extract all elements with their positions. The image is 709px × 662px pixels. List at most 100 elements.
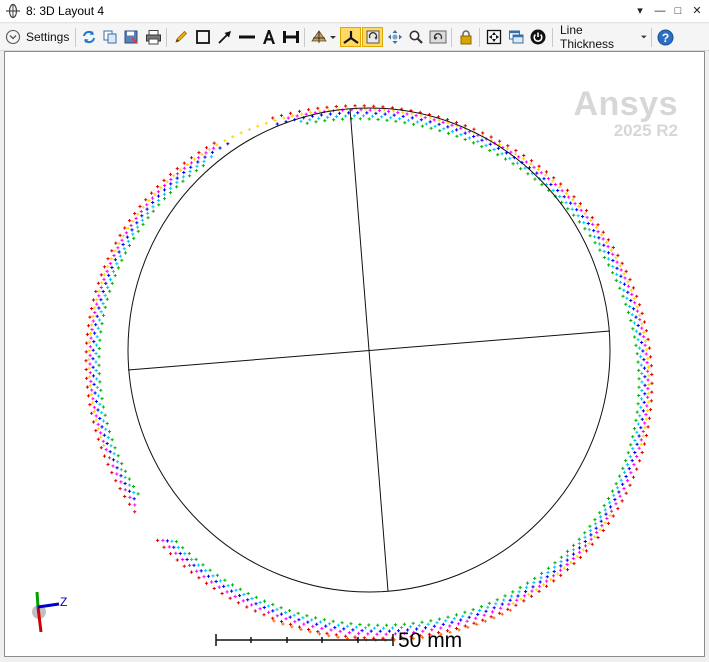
ray-point [194,169,198,173]
ray-point [175,185,179,189]
ray-point [334,114,339,119]
close-button[interactable]: ✕ [688,2,706,20]
ray-point [533,177,537,181]
ray-point [127,489,132,493]
ray-point [296,611,300,615]
ray-point [188,174,192,178]
arrow-tool-button[interactable] [215,27,235,47]
ray-point [253,609,257,613]
ray-point [634,343,638,347]
ray-point [626,280,630,284]
ray-point [300,112,304,116]
ray-point [344,104,348,108]
ray-point [594,526,598,530]
ray-point [532,165,536,169]
ray-point [644,433,648,438]
window-button[interactable] [506,27,526,47]
dimension-tool-button[interactable] [281,27,301,47]
window-menu-dropdown[interactable]: ▾ [631,2,649,20]
ray-point [88,331,93,336]
ray-point [598,515,603,519]
ray-point [635,467,639,471]
rotate-mode-button[interactable] [362,27,383,47]
ray-point [637,385,641,389]
ray-point [156,194,161,198]
ray-point [380,115,384,119]
ray-point [332,118,336,122]
ray-point [647,346,652,350]
ray-point [601,237,605,241]
ray-point [242,592,246,597]
axis-z-label: Z [60,595,67,609]
line-thickness-dropdown[interactable]: Line Thickness [556,23,648,51]
ray-point [646,378,650,382]
ray-point [336,623,340,627]
ray-point [189,570,194,574]
ray-point [91,357,95,361]
ray-point [90,327,94,332]
settings-button[interactable]: Settings [5,27,75,47]
ray-point [459,618,463,622]
ray-point [552,579,556,583]
save-button[interactable] [121,27,141,47]
line-tool-button[interactable] [237,27,257,47]
ray-point [301,616,305,620]
rectangle-tool-button[interactable] [193,27,213,47]
ray-point [110,265,114,270]
ray-point [338,629,342,633]
ray-point [322,618,326,622]
pan-button[interactable] [385,27,405,47]
ray-point [215,143,219,147]
ray-point [182,564,186,568]
ray-point [96,437,100,441]
ray-point [476,612,480,616]
ray-point [123,251,128,255]
ray-point [607,263,611,267]
ray-point [108,450,112,454]
help-button[interactable]: ? [655,27,675,47]
ray-point [363,626,368,630]
ray-point [103,305,107,309]
ray-point [118,233,122,237]
ray-point [132,484,136,489]
ray-point [539,576,543,580]
ray-point [94,343,99,347]
power-button[interactable] [528,27,548,47]
ray-point [119,480,123,484]
fit-button[interactable] [484,27,504,47]
ray-point [488,148,492,153]
ray-point [644,417,648,421]
ray-point [105,269,109,273]
print-button[interactable] [143,27,163,47]
arrow-icon [218,31,231,44]
ray-point [353,635,357,639]
reset-view-button[interactable] [428,27,448,47]
ray-point [545,579,549,583]
zoom-button[interactable] [406,27,426,47]
lock-button[interactable] [456,27,476,47]
ray-point [319,620,323,624]
ray-point [201,563,205,567]
scale-label: 50 mm [398,629,463,652]
ray-point [631,435,635,439]
ray-point [107,456,112,460]
copy-button[interactable] [100,27,120,47]
axes-view-button[interactable] [340,27,361,47]
ray-point [151,200,155,205]
refresh-button[interactable] [79,27,99,47]
maximize-button[interactable]: □ [669,2,687,20]
ray-point [503,594,507,598]
text-tool-button[interactable] [259,27,279,47]
ray-point [121,242,125,247]
ray-point [589,218,593,222]
rotate-view-dropdown[interactable] [309,27,337,47]
minimize-button[interactable]: — [651,2,669,20]
ray-point [334,633,338,637]
pencil-tool-button[interactable] [171,27,191,47]
ray-point [107,430,112,434]
ray-point [113,249,117,253]
layout-viewport[interactable]: Ansys 2025 R2 Z 50 mm [4,51,705,657]
ray-point [488,142,492,146]
ray-point [433,124,437,128]
pencil-icon [175,30,188,43]
